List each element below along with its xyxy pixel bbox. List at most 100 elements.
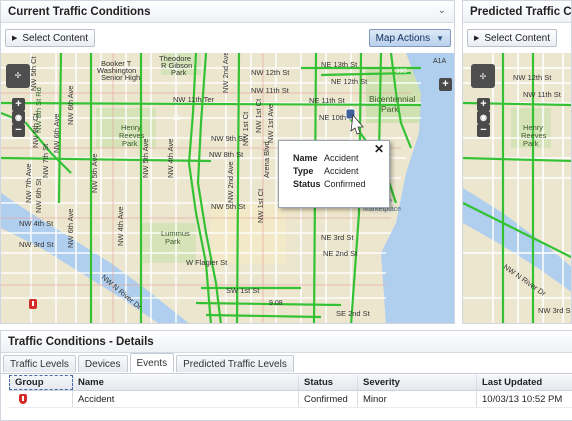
globe-button[interactable]: ◉	[477, 111, 490, 124]
predicted-map-svg[interactable]: NW 12th St NW 11th St Henry Reeves Park …	[463, 53, 572, 324]
globe-button[interactable]: ◉	[12, 111, 25, 124]
predicted-traffic-title: Predicted Traffic Conditions	[470, 5, 572, 18]
collapse-chevron-icon[interactable]: ⌄	[438, 5, 446, 16]
popup-row-status: Status Confirmed	[293, 178, 377, 191]
svg-text:Park: Park	[381, 104, 399, 114]
svg-text:SE 2nd St: SE 2nd St	[336, 309, 371, 318]
current-traffic-toolbar: ▶ Select Content Map Actions ▼	[1, 23, 454, 53]
predicted-traffic-toolbar: ▶ Select Content	[463, 23, 571, 53]
svg-text:NW 6th St: NW 6th St	[34, 178, 43, 213]
close-icon[interactable]: ✕	[374, 142, 384, 156]
tab-devices[interactable]: Devices	[77, 355, 128, 372]
incident-popup: ✕ Name Accident Type Accident Status Con…	[278, 140, 390, 208]
table-row[interactable]: Accident Confirmed Minor 10/03/13 10:52 …	[9, 391, 572, 408]
popup-value: Accident	[324, 153, 359, 163]
column-header-status[interactable]: Status	[299, 375, 358, 390]
svg-text:Park: Park	[523, 139, 539, 148]
tab-traffic-levels[interactable]: Traffic Levels	[3, 355, 76, 372]
svg-text:NW 11th St: NW 11th St	[523, 90, 562, 99]
caret-right-icon: ▶	[474, 35, 480, 42]
svg-text:NW 7th Ave: NW 7th Ave	[24, 164, 33, 203]
svg-text:NW 6th Ave: NW 6th Ave	[66, 86, 75, 125]
popup-value: Accident	[324, 166, 359, 176]
svg-text:A1A: A1A	[433, 58, 447, 65]
severity-cell: Minor	[358, 391, 477, 407]
svg-text:NW 7th St: NW 7th St	[41, 143, 50, 178]
column-header-name[interactable]: Name	[73, 375, 299, 390]
select-content-label: Select Content	[22, 32, 88, 44]
zoom-out-button[interactable]: −	[477, 124, 490, 137]
details-tabs: Traffic Levels Devices Events Predicted …	[3, 353, 296, 373]
current-traffic-title: Current Traffic Conditions	[8, 5, 151, 18]
svg-text:NW 1st Ct: NW 1st Ct	[254, 98, 263, 133]
select-content-button[interactable]: ▶ Select Content	[467, 29, 557, 47]
popup-row-name: Name Accident	[293, 152, 377, 165]
table-header: Group Name Status Severity Last Updated	[9, 375, 572, 391]
pan-control[interactable]: ✢	[6, 64, 30, 88]
svg-text:NE 12th St: NE 12th St	[331, 77, 368, 86]
svg-text:Senior High: Senior High	[101, 73, 140, 82]
popup-key: Name	[293, 153, 318, 163]
svg-text:NW 6th Ave: NW 6th Ave	[52, 114, 61, 153]
zoom-out-button[interactable]: −	[12, 124, 25, 137]
svg-text:Bicentennial: Bicentennial	[369, 94, 415, 104]
popup-row-type: Type Accident	[293, 165, 377, 178]
svg-text:NW 5th Ct: NW 5th Ct	[29, 55, 38, 91]
pan-arrows-icon: ✢	[14, 71, 22, 80]
svg-text:9.08: 9.08	[269, 300, 283, 307]
svg-text:SW 1st St: SW 1st St	[226, 286, 260, 295]
svg-text:NW 5th Ave: NW 5th Ave	[141, 139, 150, 178]
map-actions-label: Map Actions	[375, 32, 431, 44]
popup-value: Confirmed	[324, 179, 366, 189]
svg-text:NE 13th St: NE 13th St	[321, 60, 358, 69]
events-table: Group Name Status Severity Last Updated …	[9, 375, 572, 408]
select-content-label: Select Content	[484, 32, 550, 44]
status-cell: Confirmed	[299, 391, 358, 407]
zoom-in-button[interactable]: +	[477, 98, 490, 111]
predicted-traffic-panel: Predicted Traffic Conditions ▶ Select Co…	[462, 0, 572, 324]
svg-text:NW 3rd St: NW 3rd St	[19, 240, 55, 249]
svg-text:NW 1st Ct: NW 1st Ct	[241, 111, 250, 146]
svg-text:Arena Blvd: Arena Blvd	[262, 141, 271, 178]
svg-text:NW 4th Ave: NW 4th Ave	[116, 207, 125, 246]
column-header-last-updated[interactable]: Last Updated	[477, 375, 569, 390]
tabs-divider	[1, 373, 572, 374]
tab-predicted-traffic-levels[interactable]: Predicted Traffic Levels	[176, 355, 294, 372]
predicted-traffic-map[interactable]: NW 12th St NW 11th St Henry Reeves Park …	[463, 53, 572, 324]
svg-text:395: 395	[396, 68, 407, 75]
svg-text:NW 5th Ave: NW 5th Ave	[90, 154, 99, 193]
svg-text:NW 8th St: NW 8th St	[209, 150, 244, 159]
details-header: Traffic Conditions - Details	[1, 331, 572, 353]
svg-text:NE 3rd St: NE 3rd St	[321, 233, 354, 242]
svg-text:NW 6th Ave: NW 6th Ave	[66, 209, 75, 248]
svg-text:NW 11th Ter: NW 11th Ter	[173, 95, 214, 104]
current-traffic-panel: Current Traffic Conditions ⌄ ▶ Select Co…	[0, 0, 455, 324]
predicted-traffic-header: Predicted Traffic Conditions	[463, 1, 571, 23]
column-header-severity[interactable]: Severity	[358, 375, 477, 390]
popup-key: Status	[293, 179, 321, 189]
svg-text:Park: Park	[171, 68, 187, 77]
map-actions-button[interactable]: Map Actions ▼	[368, 29, 451, 47]
current-traffic-map[interactable]: Theodore Booker T Washington Senior High…	[1, 53, 454, 323]
svg-text:NW 4th St: NW 4th St	[19, 219, 54, 228]
zoom-in-button[interactable]: +	[12, 98, 25, 111]
alert-icon	[19, 394, 27, 404]
tab-events[interactable]: Events	[129, 353, 175, 372]
popup-key: Type	[293, 166, 314, 176]
select-content-button[interactable]: ▶ Select Content	[5, 29, 95, 47]
current-traffic-header: Current Traffic Conditions ⌄	[1, 1, 454, 23]
fullscreen-button[interactable]: +	[439, 78, 452, 91]
svg-text:NW 2nd Ave: NW 2nd Ave	[221, 53, 230, 93]
pan-control[interactable]: ✢	[471, 64, 495, 88]
name-cell: Accident	[73, 391, 299, 407]
pan-arrows-icon: ✢	[479, 71, 487, 81]
svg-text:NW 2nd Ave: NW 2nd Ave	[226, 161, 235, 203]
group-cell	[9, 391, 73, 407]
column-header-group[interactable]: Group	[9, 375, 73, 390]
svg-text:NW 12th St: NW 12th St	[513, 73, 552, 82]
details-panel: Traffic Conditions - Details Traffic Lev…	[0, 330, 572, 421]
svg-text:W Flagler St: W Flagler St	[186, 258, 228, 267]
svg-text:NW 1st Ave: NW 1st Ave	[266, 104, 275, 143]
svg-text:NW 11th St: NW 11th St	[251, 86, 290, 95]
svg-text:NW 12th St: NW 12th St	[251, 68, 290, 77]
